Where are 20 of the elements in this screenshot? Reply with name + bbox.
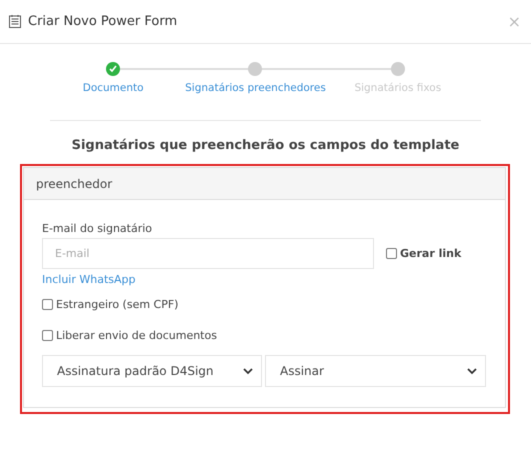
form-icon — [9, 15, 21, 28]
checkbox[interactable] — [386, 248, 397, 259]
chevron-down-icon — [467, 368, 477, 374]
section-heading: Signatários que preencherão os campos do template — [70, 138, 460, 153]
close-button[interactable]: × — [508, 12, 521, 31]
window-title: Criar Novo Power Form — [28, 14, 178, 29]
step-label[interactable]: Documento — [82, 82, 144, 94]
checkbox-label: Estrangeiro (sem CPF) — [56, 298, 178, 311]
checkbox-label: Gerar link — [400, 247, 462, 260]
checkbox[interactable] — [42, 299, 53, 310]
email-label: E-mail do signatário — [42, 222, 154, 235]
step-label[interactable]: Signatários preenchedores — [185, 82, 326, 94]
dropdown[interactable]: Assinar — [265, 355, 486, 387]
panel-title: preenchedor — [24, 168, 505, 200]
whatsapp-link[interactable]: Incluir WhatsApp — [42, 273, 136, 286]
chevron-down-icon — [243, 368, 253, 374]
checkbox-label: Liberar envio de documentos — [56, 329, 217, 342]
dropdown[interactable]: Assinatura padrão D4Sign — [42, 355, 262, 387]
checkbox[interactable] — [42, 330, 53, 341]
email-field[interactable]: E-mail — [42, 238, 374, 269]
